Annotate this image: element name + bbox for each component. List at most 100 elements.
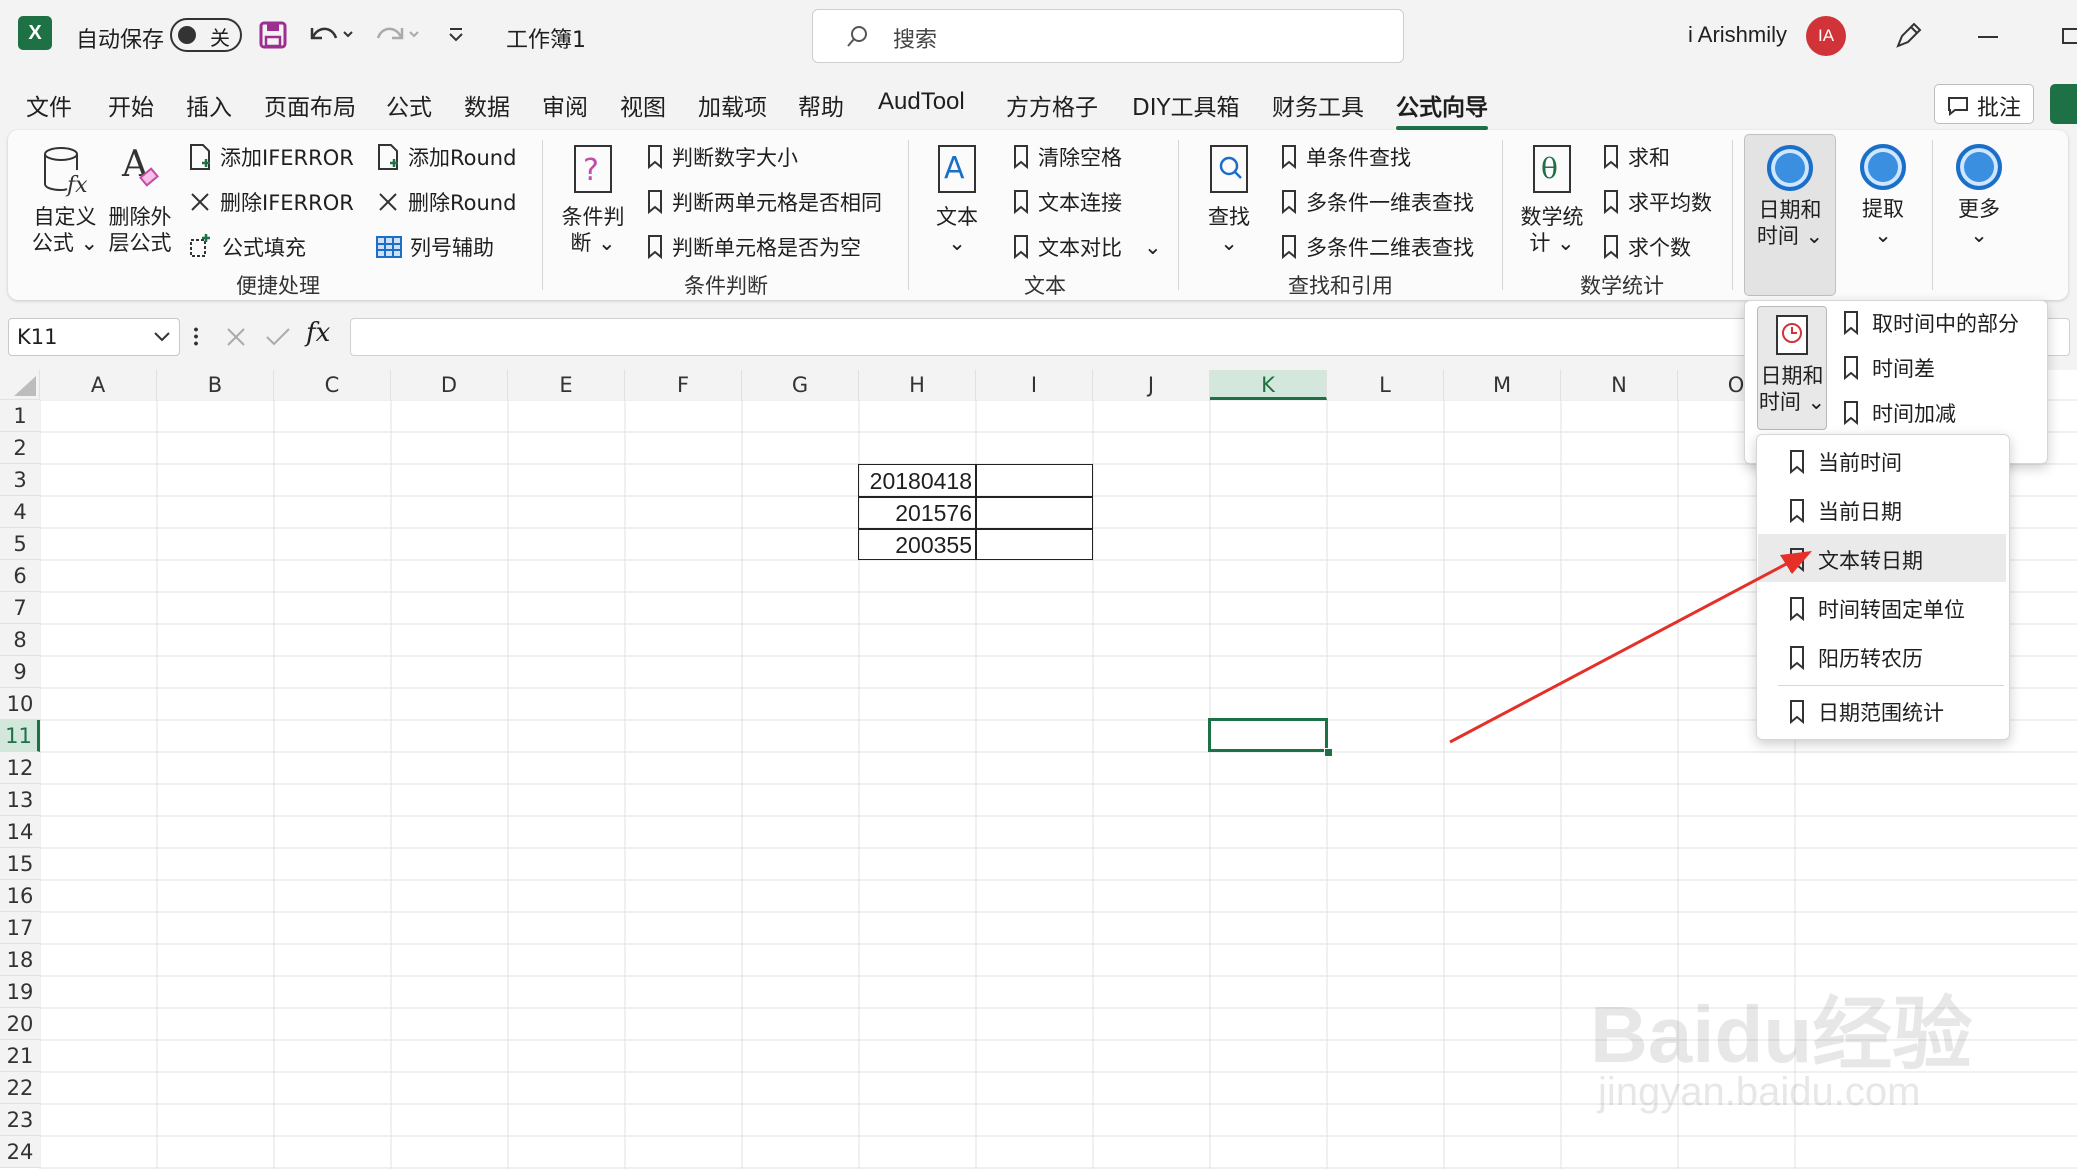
column-header-N[interactable]: N xyxy=(1561,370,1678,400)
datetime-sub-button[interactable]: 日期和 时间 ⌄ xyxy=(1757,306,1827,430)
row-header-20[interactable]: 20 xyxy=(0,1008,40,1040)
tab-help[interactable]: 帮助 xyxy=(798,88,844,122)
column-header-D[interactable]: D xyxy=(391,370,508,400)
tab-addins[interactable]: 加载项 xyxy=(698,88,767,122)
row-header-10[interactable]: 10 xyxy=(0,688,40,720)
cell-H5[interactable]: 200355 xyxy=(858,530,972,560)
clear-spaces-button[interactable]: 清除空格 xyxy=(1012,142,1122,172)
menu-item-time-to-fixed-unit[interactable]: 时间转固定单位 xyxy=(1788,594,1965,624)
share-button[interactable] xyxy=(2050,84,2077,124)
comment-button[interactable]: 批注 xyxy=(1934,84,2034,124)
row-header-13[interactable]: 13 xyxy=(0,784,40,816)
tab-formula-wizard[interactable]: 公式向导 xyxy=(1396,88,1488,130)
column-header-L[interactable]: L xyxy=(1327,370,1444,400)
cell-H4[interactable]: 201576 xyxy=(858,498,972,528)
row-header-11[interactable]: 11 xyxy=(0,720,40,752)
select-all-corner[interactable] xyxy=(0,370,40,400)
column-header-H[interactable]: H xyxy=(859,370,976,400)
undo-icon[interactable] xyxy=(306,18,354,54)
menu-item-date-range-stats[interactable]: 日期范围统计 xyxy=(1788,697,1944,727)
more-options-icon[interactable] xyxy=(194,326,198,346)
row-header-22[interactable]: 22 xyxy=(0,1072,40,1104)
column-header-F[interactable]: F xyxy=(625,370,742,400)
judge-two-cells-same-button[interactable]: 判断两单元格是否相同 xyxy=(646,187,882,217)
column-header-J[interactable]: J xyxy=(1093,370,1210,400)
row-header-7[interactable]: 7 xyxy=(0,592,40,624)
insert-function-icon[interactable]: fx xyxy=(306,318,330,348)
tab-finance-tools[interactable]: 财务工具 xyxy=(1272,88,1364,122)
text-compare-button[interactable]: 文本对比 ⌄ xyxy=(1012,232,1162,262)
menu-item-extract-time-part[interactable]: 取时间中的部分 xyxy=(1842,308,2019,338)
judge-cell-empty-button[interactable]: 判断单元格是否为空 xyxy=(646,232,861,262)
sum-button[interactable]: 求和 xyxy=(1602,142,1670,172)
single-condition-lookup-button[interactable]: 单条件查找 xyxy=(1280,142,1411,172)
row-header-14[interactable]: 14 xyxy=(0,816,40,848)
column-header-M[interactable]: M xyxy=(1444,370,1561,400)
menu-item-time-difference[interactable]: 时间差 xyxy=(1842,353,1935,383)
column-header-I[interactable]: I xyxy=(976,370,1093,400)
row-header-17[interactable]: 17 xyxy=(0,912,40,944)
search-box[interactable]: 搜索 xyxy=(812,9,1404,63)
menu-item-text-to-date[interactable]: 文本转日期 xyxy=(1788,545,1923,575)
average-button[interactable]: 求平均数 xyxy=(1602,187,1712,217)
text-button[interactable]: A 文本 ⌄ xyxy=(922,142,992,256)
custom-formula-button[interactable]: fx 自定义 公式 ⌄ xyxy=(30,142,100,256)
row-header-6[interactable]: 6 xyxy=(0,560,40,592)
menu-item-time-add-subtract[interactable]: 时间加减 xyxy=(1842,398,1956,428)
tab-insert[interactable]: 插入 xyxy=(186,88,232,122)
minimize-icon[interactable] xyxy=(1978,36,1998,38)
row-header-15[interactable]: 15 xyxy=(0,848,40,880)
column-header-E[interactable]: E xyxy=(508,370,625,400)
add-iferror-button[interactable]: 添加IFERROR xyxy=(188,142,354,172)
condition-judge-button[interactable]: ? 条件判 断 ⌄ xyxy=(556,142,630,256)
menu-item-solar-to-lunar[interactable]: 阳历转农历 xyxy=(1788,643,1923,673)
column-header-B[interactable]: B xyxy=(157,370,274,400)
menu-item-current-time[interactable]: 当前时间 xyxy=(1788,447,1902,477)
delete-outer-formula-button[interactable]: A 删除外 层公式 xyxy=(104,142,176,256)
cancel-icon[interactable] xyxy=(224,325,248,353)
delete-iferror-button[interactable]: 删除IFERROR xyxy=(188,187,354,217)
redo-icon[interactable] xyxy=(372,18,420,54)
column-header-A[interactable]: A xyxy=(40,370,157,400)
row-header-12[interactable]: 12 xyxy=(0,752,40,784)
pen-icon[interactable] xyxy=(1892,18,1926,56)
avatar[interactable]: IA xyxy=(1806,16,1846,56)
tab-home[interactable]: 开始 xyxy=(108,88,154,122)
save-icon[interactable] xyxy=(258,20,288,54)
fill-handle[interactable] xyxy=(1324,748,1333,757)
tab-formulas[interactable]: 公式 xyxy=(386,88,432,122)
row-header-8[interactable]: 8 xyxy=(0,624,40,656)
quick-access-customize-icon[interactable] xyxy=(446,24,466,48)
tab-data[interactable]: 数据 xyxy=(464,88,510,122)
row-header-5[interactable]: 5 xyxy=(0,528,40,560)
user-name[interactable]: i Arishmily xyxy=(1688,22,1787,48)
row-header-24[interactable]: 24 xyxy=(0,1136,40,1168)
row-header-21[interactable]: 21 xyxy=(0,1040,40,1072)
tab-page-layout[interactable]: 页面布局 xyxy=(264,88,356,122)
cell-H3[interactable]: 20180418 xyxy=(858,466,972,496)
tab-review[interactable]: 审阅 xyxy=(542,88,588,122)
tab-fangfanggezi[interactable]: 方方格子 xyxy=(1006,88,1098,122)
row-header-1[interactable]: 1 xyxy=(0,400,40,432)
datetime-button[interactable]: 日期和 时间 ⌄ xyxy=(1744,134,1836,296)
math-statistics-button[interactable]: θ 数学统 计 ⌄ xyxy=(1516,142,1588,256)
multi-condition-1d-lookup-button[interactable]: 多条件一维表查找 xyxy=(1280,187,1474,217)
row-header-2[interactable]: 2 xyxy=(0,432,40,464)
lookup-button[interactable]: 查找 ⌄ xyxy=(1194,142,1264,256)
tab-view[interactable]: 视图 xyxy=(620,88,666,122)
column-header-C[interactable]: C xyxy=(274,370,391,400)
judge-number-size-button[interactable]: 判断数字大小 xyxy=(646,142,798,172)
row-header-9[interactable]: 9 xyxy=(0,656,40,688)
row-header-23[interactable]: 23 xyxy=(0,1104,40,1136)
text-join-button[interactable]: 文本连接 xyxy=(1012,187,1122,217)
selected-cell-K11[interactable] xyxy=(1208,718,1328,752)
multi-condition-2d-lookup-button[interactable]: 多条件二维表查找 xyxy=(1280,232,1474,262)
extract-button[interactable]: 提取 ⌄ xyxy=(1838,144,1928,248)
formula-fill-button[interactable]: 公式填充 xyxy=(188,232,306,262)
autosave-toggle[interactable]: 关 xyxy=(170,18,242,52)
row-header-3[interactable]: 3 xyxy=(0,464,40,496)
name-box[interactable]: K11 xyxy=(8,318,180,356)
column-header-G[interactable]: G xyxy=(742,370,859,400)
tab-diy-toolbox[interactable]: DIY工具箱 xyxy=(1132,88,1240,122)
row-header-18[interactable]: 18 xyxy=(0,944,40,976)
